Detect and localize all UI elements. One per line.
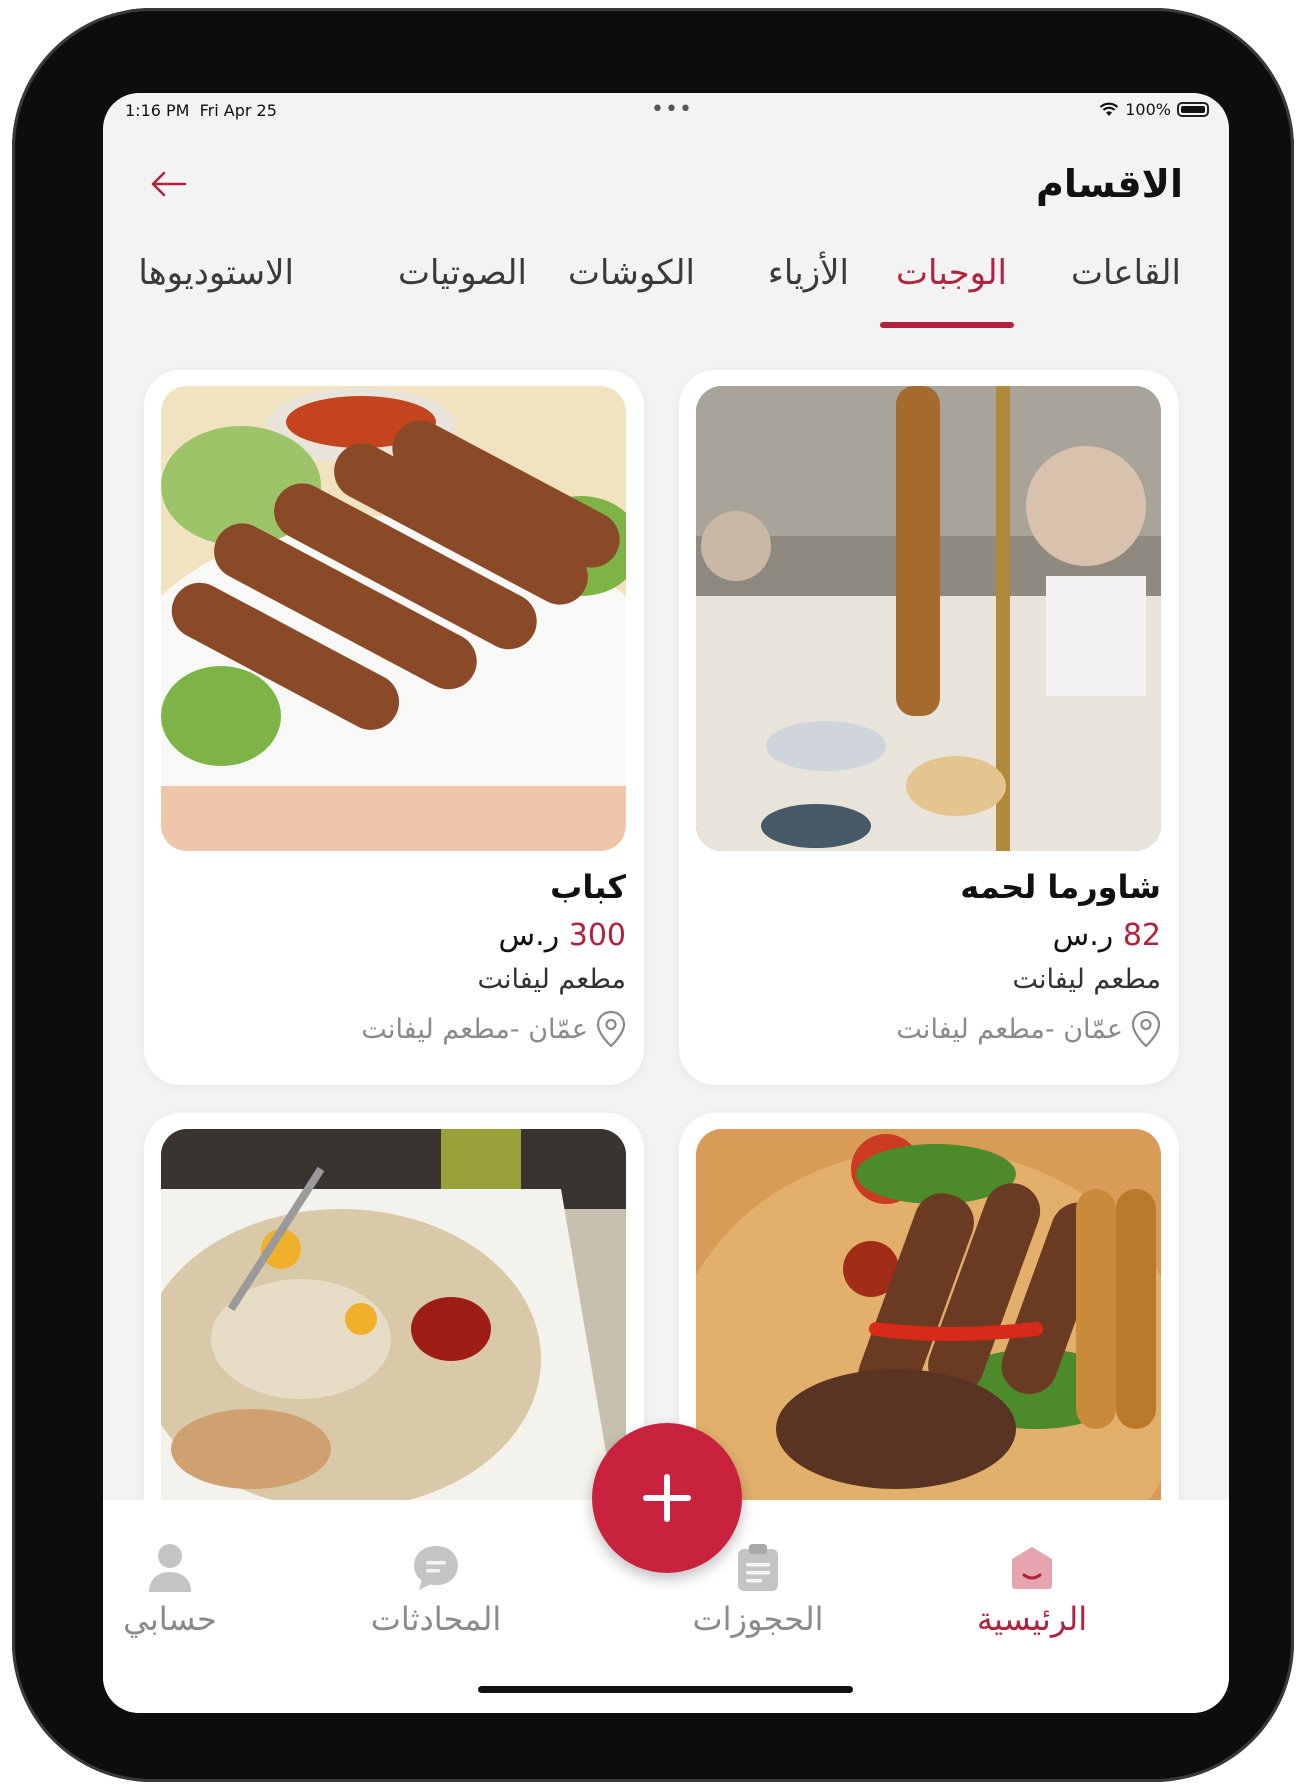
add-button[interactable] <box>592 1423 742 1573</box>
location-pin-icon <box>596 1010 626 1048</box>
meal-price: 82 ر.س <box>1053 918 1161 953</box>
meal-image <box>696 386 1161 851</box>
restaurant-name: مطعم ليفانت <box>1012 964 1161 995</box>
tablet-frame: 1:16 PM Fri Apr 25 ••• 100% الاقسام القا… <box>12 8 1294 1782</box>
nav-bookings-label: الحجوزات <box>692 1600 824 1638</box>
meal-card[interactable]: كباب 300 ر.س مطعم ليفانت عمّان -مطعم ليف… <box>144 370 644 1085</box>
home-indicator[interactable] <box>478 1686 853 1693</box>
home-icon <box>1006 1542 1058 1594</box>
restaurant-name: مطعم ليفانت <box>477 964 626 995</box>
tab-audio[interactable]: الصوتيات <box>398 253 527 293</box>
active-tab-indicator <box>880 322 1014 328</box>
price-currency: ر.س <box>498 918 560 953</box>
meal-title: شاورما لحمه <box>960 868 1161 906</box>
meal-card[interactable]: شاورما لحمه 82 ر.س مطعم ليفانت عمّان -مط… <box>679 370 1179 1085</box>
status-bar: 1:16 PM Fri Apr 25 ••• 100% <box>103 93 1229 125</box>
clipboard-icon <box>732 1542 784 1594</box>
tab-studios[interactable]: الاستوديوها <box>138 253 294 293</box>
price-currency: ر.س <box>1052 918 1114 953</box>
battery-percent: 100% <box>1125 100 1171 119</box>
header: الاقسام <box>103 148 1229 218</box>
battery-icon <box>1177 102 1209 117</box>
nav-chats-label: المحادثات <box>370 1600 502 1638</box>
arrow-left-icon <box>151 171 187 197</box>
tab-kosha[interactable]: الكوشات <box>568 253 695 293</box>
meal-image <box>161 386 626 851</box>
nav-home-label: الرئيسية <box>976 1600 1088 1638</box>
tab-halls[interactable]: القاعات <box>1071 253 1181 293</box>
status-clock: 1:16 PM <box>125 101 190 120</box>
category-tabs: القاعات الوجبات الأزياء الكوشات الصوتيات… <box>103 253 1229 328</box>
profile-icon <box>144 1542 196 1594</box>
status-time: 1:16 PM Fri Apr 25 <box>125 101 277 120</box>
nav-profile-label: حسابي <box>123 1600 217 1638</box>
price-value: 82 <box>1122 918 1161 953</box>
screen: 1:16 PM Fri Apr 25 ••• 100% الاقسام القا… <box>103 93 1229 1713</box>
plus-icon <box>643 1474 691 1522</box>
chat-icon <box>410 1542 462 1594</box>
multitasking-dots-icon[interactable]: ••• <box>651 97 693 122</box>
wifi-icon <box>1100 102 1119 116</box>
meal-price: 300 ر.س <box>499 918 626 953</box>
page-title: الاقسام <box>1036 162 1183 206</box>
back-button[interactable] <box>141 156 197 212</box>
tab-fashion[interactable]: الأزياء <box>768 253 849 293</box>
location: عمّان -مطعم ليفانت <box>896 1010 1161 1048</box>
location: عمّان -مطعم ليفانت <box>361 1010 626 1048</box>
location-text: عمّان -مطعم ليفانت <box>896 1013 1123 1045</box>
price-value: 300 <box>568 918 626 953</box>
tab-meals[interactable]: الوجبات <box>896 253 1007 293</box>
location-text: عمّان -مطعم ليفانت <box>361 1013 588 1045</box>
status-right: 100% <box>1099 100 1209 119</box>
location-pin-icon <box>1131 1010 1161 1048</box>
meal-title: كباب <box>550 868 626 906</box>
status-date: Fri Apr 25 <box>199 101 277 120</box>
